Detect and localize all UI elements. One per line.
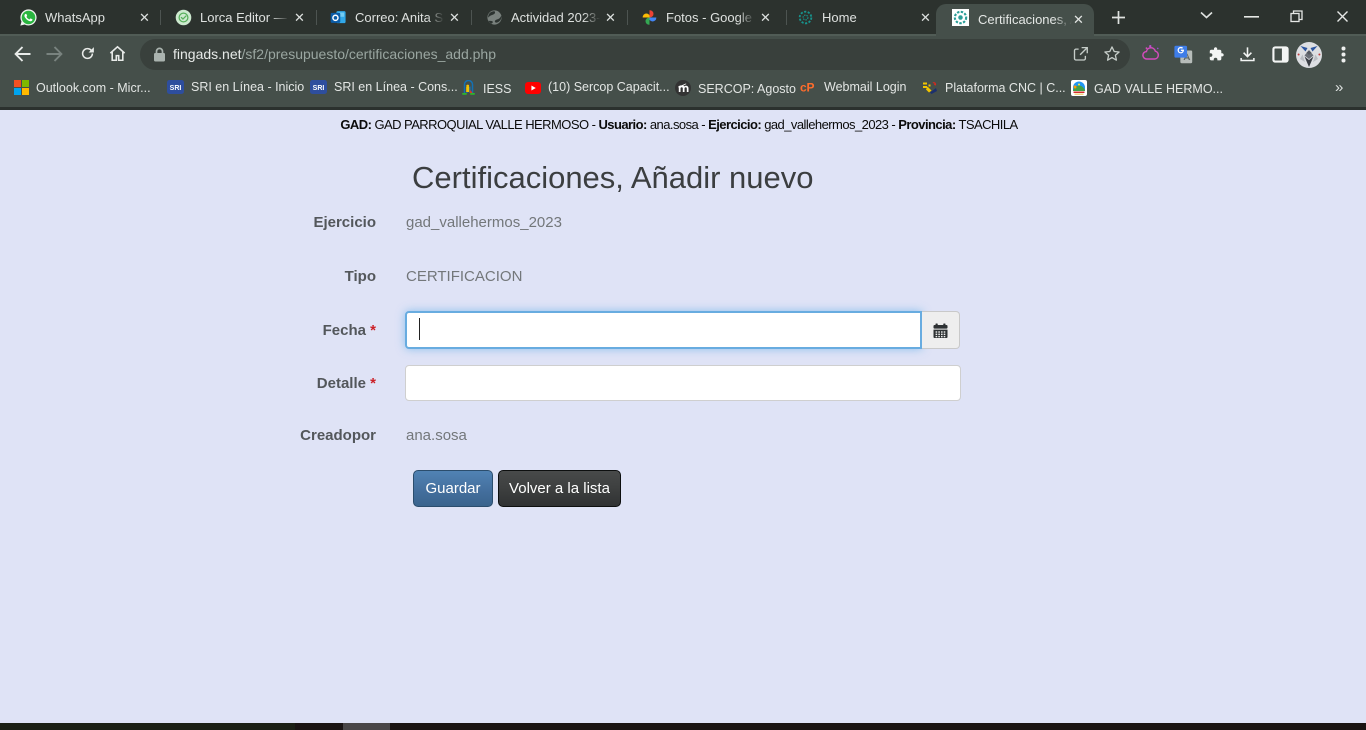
svg-text:SRI: SRI (313, 85, 325, 92)
svg-text:P: P (807, 81, 815, 94)
svg-text:c: c (800, 81, 807, 94)
svg-text:SRI: SRI (170, 85, 182, 92)
